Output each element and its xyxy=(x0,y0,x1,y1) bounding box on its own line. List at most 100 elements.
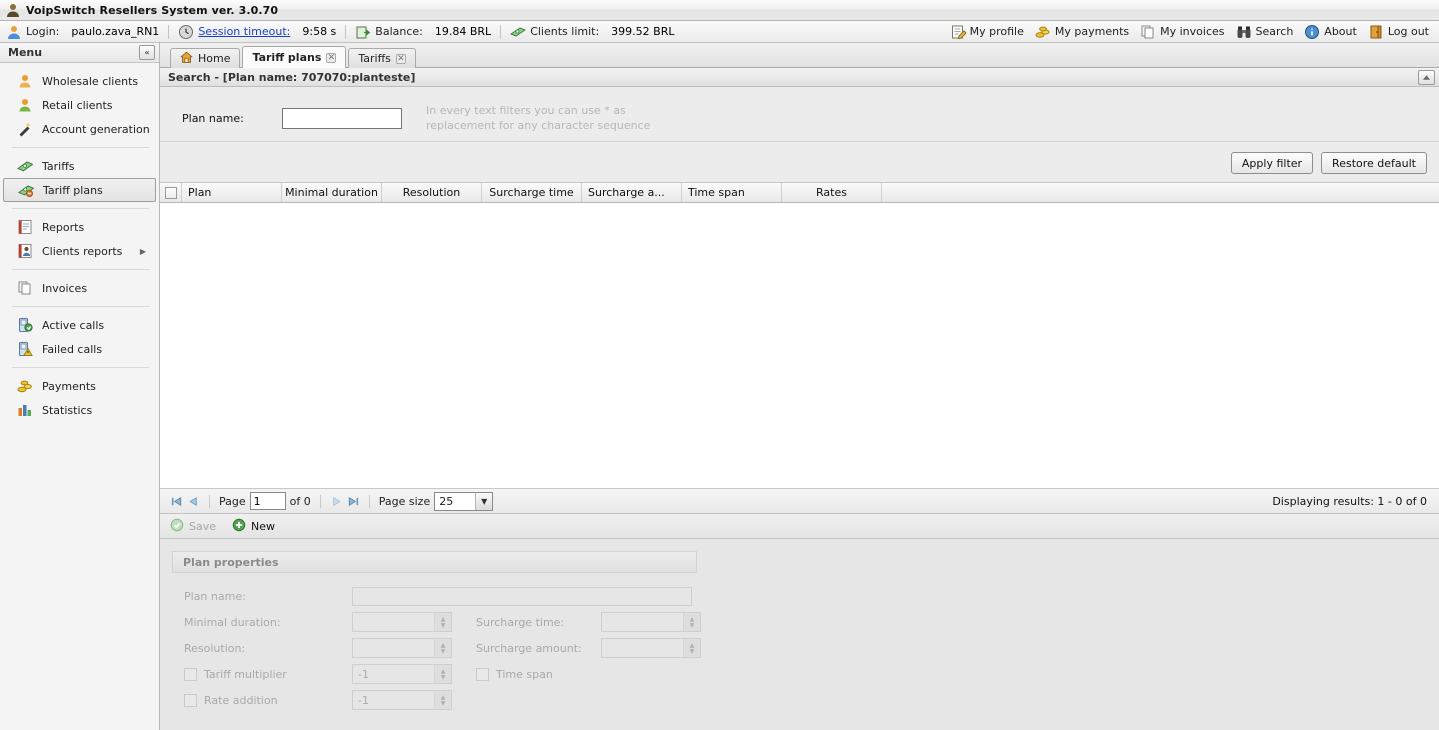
money-icon xyxy=(17,158,33,174)
sidebar-item-label: Invoices xyxy=(42,281,88,295)
nav-about[interactable]: About xyxy=(1300,23,1361,41)
plan-name-row: Plan name: xyxy=(184,583,1439,609)
chevron-down-icon: ▼ xyxy=(475,492,493,510)
grid-header-row: Plan Minimal duration Resolution Surchar… xyxy=(160,182,1439,203)
stepper-arrows-icon[interactable]: ▲ ▼ xyxy=(434,691,451,709)
nav-my-payments[interactable]: My payments xyxy=(1031,23,1133,41)
app-icon xyxy=(5,2,21,18)
sidebar-item-payments[interactable]: Payments xyxy=(3,374,156,398)
prev-page-icon[interactable] xyxy=(187,495,200,508)
first-page-icon[interactable] xyxy=(170,495,183,508)
sidebar-item-retail-clients[interactable]: Retail clients xyxy=(3,93,156,117)
page-size-select[interactable]: 25 ▼ xyxy=(434,491,494,511)
surcharge-amount-stepper[interactable]: ▲ ▼ xyxy=(601,638,701,658)
tariff-multiplier-checkbox-label[interactable]: Tariff multiplier xyxy=(184,667,352,681)
grid-column-plan[interactable]: Plan xyxy=(182,183,282,202)
info-icon xyxy=(1304,24,1320,40)
time-span-checkbox-label[interactable]: Time span xyxy=(476,667,553,681)
page-label: Page xyxy=(219,494,246,508)
session-section: Session timeout: 9:58 s xyxy=(178,24,336,40)
grid-column-surcharge-time[interactable]: Surcharge time xyxy=(482,183,582,202)
tab-tariffs[interactable]: Tariffs ✕ xyxy=(348,48,416,68)
money-icon xyxy=(510,24,527,40)
rate-addition-checkbox-label[interactable]: Rate addition xyxy=(184,693,352,707)
nav-my-profile[interactable]: My profile xyxy=(946,23,1028,41)
sidebar-item-invoices[interactable]: Invoices xyxy=(3,276,156,300)
plan-name-label: Plan name: xyxy=(184,589,246,603)
plan-name-search-input[interactable] xyxy=(282,107,402,129)
session-timeout-link[interactable]: Session timeout: xyxy=(198,25,290,38)
grid-column-rates[interactable]: Rates xyxy=(782,183,882,202)
search-panel-title: Search - [Plan name: 707070:planteste] xyxy=(168,70,416,84)
sidebar-title: Menu xyxy=(8,46,43,59)
tariff-multiplier-checkbox[interactable] xyxy=(184,667,197,681)
time-span-checkbox[interactable] xyxy=(476,667,489,681)
tab-tariff-plans[interactable]: Tariff plans ✕ xyxy=(242,46,347,68)
grid-column-time-span[interactable]: Time span xyxy=(682,183,782,202)
tariff-multiplier-stepper[interactable]: -1 ▲ ▼ xyxy=(352,664,452,684)
sidebar-item-reports[interactable]: Reports xyxy=(3,215,156,239)
stepper-arrows-icon[interactable]: ▲ ▼ xyxy=(434,639,451,657)
nav-my-invoices[interactable]: My invoices xyxy=(1136,23,1228,41)
door-icon xyxy=(1368,24,1384,40)
search-panel-collapse-button[interactable] xyxy=(1418,69,1435,85)
grid-column-minimal-duration[interactable]: Minimal duration xyxy=(282,183,382,202)
select-all-checkbox[interactable] xyxy=(164,186,177,199)
app-shell: Menu « Wholesale clients Retail clients xyxy=(0,43,1439,730)
sidebar-collapse-button[interactable]: « xyxy=(139,45,155,60)
resolution-row: Resolution: ▲ ▼ Surcharge amount: ▲ ▼ xyxy=(184,635,1439,661)
nav-log-out[interactable]: Log out xyxy=(1364,23,1433,41)
stepper-arrows-icon[interactable]: ▲ ▼ xyxy=(434,665,451,683)
page-number-input[interactable] xyxy=(249,492,286,510)
bar-chart-icon xyxy=(17,402,33,418)
restore-default-button[interactable]: Restore default xyxy=(1321,152,1427,174)
sidebar-separator xyxy=(12,147,149,148)
grid-column-label: Rates xyxy=(816,186,847,199)
resolution-stepper[interactable]: ▲ ▼ xyxy=(352,638,452,658)
minimal-duration-stepper[interactable]: ▲ ▼ xyxy=(352,612,452,632)
apply-filter-button[interactable]: Apply filter xyxy=(1230,152,1314,174)
save-button[interactable]: Save xyxy=(170,518,216,535)
grid-select-all-header[interactable] xyxy=(160,183,182,202)
rate-addition-checkbox[interactable] xyxy=(184,693,197,707)
surcharge-time-stepper[interactable]: ▲ ▼ xyxy=(601,612,701,632)
grid-column-surcharge-amount[interactable]: Surcharge a... xyxy=(582,183,682,202)
sidebar-item-active-calls[interactable]: Active calls xyxy=(3,313,156,337)
last-page-icon[interactable] xyxy=(347,495,360,508)
rate-addition-row: Rate addition -1 ▲ ▼ xyxy=(184,687,1439,713)
sidebar-item-label: Tariff plans xyxy=(43,183,103,197)
tab-close-icon[interactable]: ✕ xyxy=(395,53,406,64)
stepper-arrows-icon[interactable]: ▲ ▼ xyxy=(683,613,700,631)
login-value: paulo.zava_RN1 xyxy=(71,25,160,38)
minimal-duration-label: Minimal duration: xyxy=(184,615,281,629)
divider xyxy=(319,494,321,508)
sidebar-item-failed-calls[interactable]: Failed calls xyxy=(3,337,156,361)
plan-name-input[interactable] xyxy=(352,586,692,606)
sidebar-item-wholesale-clients[interactable]: Wholesale clients xyxy=(3,69,156,93)
stepper-arrows-icon[interactable]: ▲ ▼ xyxy=(683,639,700,657)
sidebar-item-clients-reports[interactable]: Clients reports ▶ xyxy=(3,239,156,263)
sidebar-item-statistics[interactable]: Statistics xyxy=(3,398,156,422)
stepper-arrows-icon[interactable]: ▲ ▼ xyxy=(434,613,451,631)
next-page-icon[interactable] xyxy=(330,495,343,508)
tab-close-icon[interactable]: ✕ xyxy=(326,52,337,63)
sidebar-item-account-generation[interactable]: Account generation xyxy=(3,117,156,141)
nav-search[interactable]: Search xyxy=(1232,23,1298,41)
grid-column-label: Surcharge a... xyxy=(588,186,665,199)
new-button[interactable]: New xyxy=(232,518,275,535)
nav-label: My invoices xyxy=(1160,25,1225,38)
sidebar-item-label: Failed calls xyxy=(42,342,103,356)
tariff-multiplier-row: Tariff multiplier -1 ▲ ▼ Time span xyxy=(184,661,1439,687)
tab-home[interactable]: Home xyxy=(170,48,241,68)
balance-icon xyxy=(355,24,371,40)
nav-label: My profile xyxy=(969,25,1024,38)
grid-column-resolution[interactable]: Resolution xyxy=(382,183,482,202)
plan-properties-section: Plan properties Plan name: Minimal durat… xyxy=(160,539,1439,713)
session-timeout-value: 9:58 s xyxy=(302,25,337,38)
rate-addition-stepper[interactable]: -1 ▲ ▼ xyxy=(352,690,452,710)
sidebar-item-label: Tariffs xyxy=(42,159,75,173)
sidebar-item-tariffs[interactable]: Tariffs xyxy=(3,154,156,178)
search-panel: Search - [Plan name: 707070:planteste] P… xyxy=(160,68,1439,182)
window-title-bar: VoipSwitch Resellers System ver. 3.0.70 xyxy=(0,0,1439,21)
sidebar-item-tariff-plans[interactable]: Tariff plans xyxy=(3,178,156,202)
